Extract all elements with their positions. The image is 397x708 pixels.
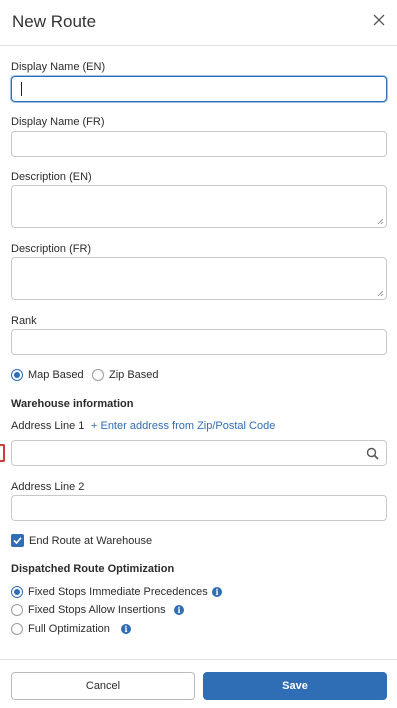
display-name-fr-input[interactable] (11, 131, 387, 157)
required-marker (0, 444, 5, 462)
radio-map-based[interactable] (11, 369, 23, 381)
address-line-1-label: Address Line 1 (11, 420, 85, 432)
description-en-textarea[interactable] (11, 185, 387, 228)
full-optimization-label[interactable]: Full Optimization (28, 623, 110, 635)
description-fr-textarea[interactable] (11, 257, 387, 300)
resize-grip-icon[interactable] (377, 290, 384, 297)
radio-fixed-immediate[interactable] (11, 586, 23, 598)
dialog-header: New Route (0, 0, 397, 46)
radio-zip-based[interactable] (92, 369, 104, 381)
description-en-label: Description (EN) (11, 171, 92, 183)
text-caret (21, 82, 22, 96)
info-icon[interactable]: i (212, 587, 222, 597)
info-icon[interactable]: i (174, 605, 184, 615)
dialog-title: New Route (12, 12, 97, 31)
zip-based-label[interactable]: Zip Based (109, 369, 159, 381)
address-line-1-input[interactable] (11, 440, 387, 466)
dialog-footer: Cancel Save (0, 659, 397, 708)
description-fr-label: Description (FR) (11, 243, 92, 255)
rank-input[interactable] (11, 329, 387, 355)
map-based-label[interactable]: Map Based (28, 369, 84, 381)
cancel-button[interactable]: Cancel (11, 672, 195, 700)
info-icon[interactable]: i (121, 624, 131, 634)
resize-grip-icon[interactable] (377, 218, 384, 225)
enter-zip-link[interactable]: + Enter address from Zip/Postal Code (91, 420, 275, 432)
end-route-checkbox[interactable] (11, 534, 24, 547)
display-name-fr-label: Display Name (FR) (11, 116, 105, 128)
fixed-immediate-label[interactable]: Fixed Stops Immediate Precedences (28, 586, 208, 598)
address-line-2-label: Address Line 2 (11, 481, 85, 493)
radio-full-optimization[interactable] (11, 623, 23, 635)
display-name-en-label: Display Name (EN) (11, 61, 106, 73)
warehouse-section-title: Warehouse information (11, 398, 134, 410)
close-icon[interactable] (371, 12, 387, 28)
end-route-label[interactable]: End Route at Warehouse (29, 535, 152, 547)
optimization-section-title: Dispatched Route Optimization (11, 563, 175, 575)
radio-fixed-insertions[interactable] (11, 604, 23, 616)
fixed-insertions-label[interactable]: Fixed Stops Allow Insertions (28, 604, 166, 616)
address-line-2-input[interactable] (11, 495, 387, 521)
checkmark-icon (13, 537, 22, 545)
display-name-en-input[interactable] (11, 76, 387, 102)
save-button[interactable]: Save (203, 672, 387, 700)
search-icon[interactable] (366, 447, 379, 460)
rank-label: Rank (11, 315, 37, 327)
